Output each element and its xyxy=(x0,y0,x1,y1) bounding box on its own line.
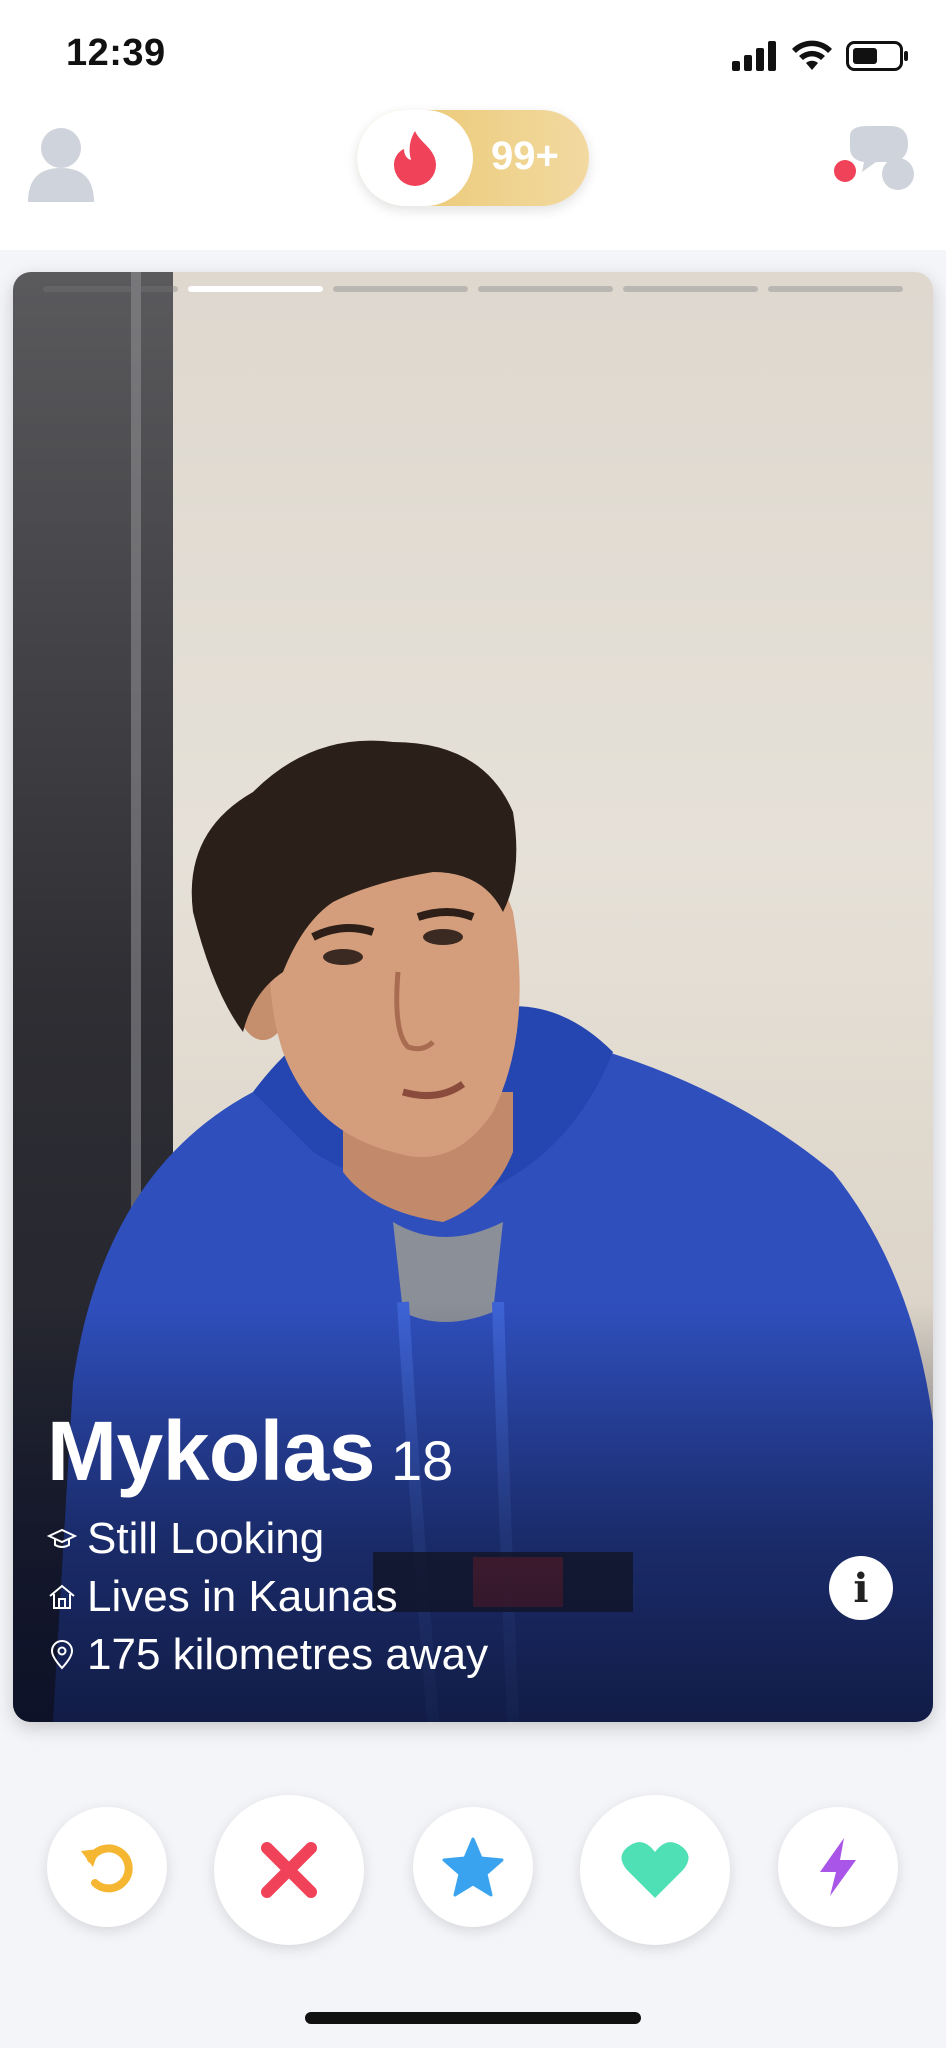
star-icon xyxy=(442,1837,504,1897)
info-button[interactable]: i xyxy=(829,1556,893,1620)
profile-card[interactable]: Mykolas 18 Still Looking Lives in Kaunas xyxy=(13,272,933,1722)
messages-button[interactable] xyxy=(828,126,918,196)
wifi-icon xyxy=(792,40,832,70)
boost-count: 99+ xyxy=(491,134,559,178)
home-icon xyxy=(49,1584,75,1609)
status-bar: 12:39 xyxy=(0,0,946,110)
detail-text: Lives in Kaunas xyxy=(87,1572,398,1621)
boost-button[interactable] xyxy=(778,1807,898,1927)
status-icons xyxy=(732,40,910,72)
location-pin-icon xyxy=(50,1640,74,1670)
user-icon xyxy=(28,128,94,202)
detail-distance: 175 kilometres away xyxy=(47,1626,488,1684)
flame-badge xyxy=(357,110,473,206)
photo-indicator[interactable] xyxy=(333,286,468,292)
detail-relationship: Still Looking xyxy=(47,1510,488,1568)
lightning-icon xyxy=(820,1838,856,1896)
profile-info: Mykolas 18 Still Looking Lives in Kaunas xyxy=(47,1403,488,1684)
like-button[interactable] xyxy=(580,1795,730,1945)
action-bar xyxy=(0,1795,946,1945)
detail-text: Still Looking xyxy=(87,1514,325,1563)
battery-icon xyxy=(846,41,908,71)
close-icon xyxy=(261,1842,317,1898)
name-age-row: Mykolas 18 xyxy=(47,1403,488,1500)
rewind-button[interactable] xyxy=(47,1807,167,1927)
photo-indicator[interactable] xyxy=(478,286,613,292)
profile-button[interactable] xyxy=(26,124,96,204)
boost-counter-pill[interactable]: 99+ xyxy=(357,110,589,206)
heart-icon xyxy=(621,1842,689,1898)
flame-icon xyxy=(394,131,436,186)
nope-button[interactable] xyxy=(214,1795,364,1945)
photo-progress-bar xyxy=(43,286,903,292)
profile-name: Mykolas xyxy=(47,1404,376,1498)
profile-age: 18 xyxy=(391,1429,454,1492)
graduation-cap-icon xyxy=(47,1528,77,1548)
photo-indicator[interactable] xyxy=(768,286,903,292)
app-top-bar: 99+ xyxy=(0,110,946,250)
photo-indicator-active[interactable] xyxy=(188,286,323,292)
rewind-icon xyxy=(81,1844,133,1893)
status-time: 12:39 xyxy=(66,32,166,74)
photo-indicator[interactable] xyxy=(43,286,178,292)
home-indicator[interactable] xyxy=(305,2012,641,2024)
unread-dot xyxy=(834,160,856,182)
photo-indicator[interactable] xyxy=(623,286,758,292)
signal-icon xyxy=(732,41,776,71)
detail-text: 175 kilometres away xyxy=(87,1630,489,1679)
detail-residence: Lives in Kaunas xyxy=(47,1568,488,1626)
super-like-button[interactable] xyxy=(413,1807,533,1927)
